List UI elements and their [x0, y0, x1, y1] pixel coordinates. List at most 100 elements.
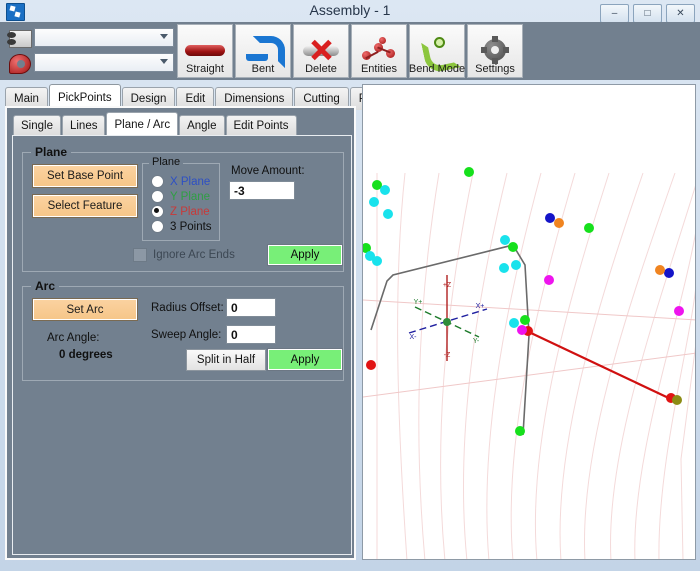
model-canvas: +Z -Z X+ X- Y+ Y-: [363, 167, 695, 559]
ignore-arc-ends-label: Ignore Arc Ends: [153, 249, 235, 261]
arc-group-title: Arc: [31, 279, 60, 293]
radio-z-plane-label: Z Plane: [170, 205, 210, 218]
bend-mode-button-label: Bend Mode: [408, 63, 466, 75]
radio-y-plane-dot: [151, 190, 164, 203]
pick-point[interactable]: [372, 256, 382, 266]
axis-x-pos-label: X+: [476, 303, 485, 310]
bent-button[interactable]: Bent: [235, 24, 291, 78]
horizon-lines: [363, 299, 695, 398]
application-window: Assembly - 1 – □ ✕ Straight Bent Delete …: [0, 0, 700, 571]
pick-points-layer: [363, 167, 684, 436]
arc-apply-button[interactable]: Apply: [267, 348, 343, 371]
pick-point[interactable]: [511, 260, 521, 270]
radio-3-points-dot: [151, 220, 164, 233]
sweep-angle-input[interactable]: 0: [226, 325, 276, 344]
set-base-point-button[interactable]: Set Base Point: [32, 164, 138, 188]
tube-centerline: [370, 244, 530, 436]
bend-die-combo[interactable]: [34, 53, 174, 72]
select-feature-button[interactable]: Select Feature: [32, 194, 138, 218]
straight-button[interactable]: Straight: [177, 24, 233, 78]
die-selectors: [6, 26, 174, 76]
toolbar-buttons: Straight Bent Delete Entities Bend Mode …: [177, 24, 525, 78]
subtab-single[interactable]: Single: [13, 115, 61, 136]
roller-die-row: [6, 26, 174, 49]
sub-tab-strip: Single Lines Plane / Arc Angle Edit Poin…: [13, 112, 298, 136]
subtab-edit-points[interactable]: Edit Points: [225, 115, 297, 136]
subtab-angle[interactable]: Angle: [179, 115, 225, 136]
arc-group: Arc Set Arc Radius Offset: 0 Sweep Angle…: [22, 279, 344, 381]
axis-z-neg-label: -Z: [444, 352, 451, 359]
split-in-half-button[interactable]: Split in Half: [186, 349, 266, 371]
subtab-lines[interactable]: Lines: [61, 115, 106, 136]
pick-point[interactable]: [554, 218, 564, 228]
delete-button-label: Delete: [305, 63, 337, 75]
radio-x-plane[interactable]: X Plane: [151, 175, 219, 188]
chevron-down-icon: [160, 59, 168, 64]
move-amount-input[interactable]: -3: [229, 181, 295, 200]
pick-point[interactable]: [366, 360, 376, 370]
plane-group: Plane Set Base Point Select Feature Plan…: [22, 145, 344, 272]
maximize-button[interactable]: □: [633, 4, 662, 23]
model-viewport[interactable]: +Z -Z X+ X- Y+ Y-: [362, 84, 696, 560]
axis-z-pos-label: +Z: [443, 282, 452, 289]
radio-y-plane-label: Y Plane: [170, 190, 211, 203]
minimize-button[interactable]: –: [600, 4, 629, 23]
radio-z-plane-dot: [151, 205, 164, 218]
pick-point[interactable]: [369, 197, 379, 207]
bend-mode-button[interactable]: Bend Mode: [409, 24, 465, 78]
delete-button[interactable]: Delete: [293, 24, 349, 78]
window-title: Assembly - 1: [309, 2, 391, 18]
pick-point[interactable]: [509, 318, 519, 328]
pick-point[interactable]: [383, 209, 393, 219]
ignore-arc-ends-row[interactable]: Ignore Arc Ends: [133, 248, 235, 262]
bend-die-row: [6, 51, 174, 74]
pick-point[interactable]: [655, 265, 665, 275]
straight-button-label: Straight: [186, 63, 224, 75]
pick-point[interactable]: [584, 223, 594, 233]
radius-offset-label: Radius Offset:: [151, 302, 224, 314]
settings-button[interactable]: Settings: [467, 24, 523, 78]
axis-x-neg-label: X-: [410, 334, 418, 341]
radius-offset-input[interactable]: 0: [226, 298, 276, 317]
arc-angle-label: Arc Angle:: [47, 332, 100, 344]
radio-x-plane-label: X Plane: [170, 175, 211, 188]
plane-arc-page: Plane Set Base Point Select Feature Plan…: [12, 135, 352, 555]
pick-point[interactable]: [672, 395, 682, 405]
window-controls: – □ ✕: [600, 4, 695, 23]
pick-point[interactable]: [520, 315, 530, 325]
plane-apply-button[interactable]: Apply: [267, 244, 343, 266]
arc-angle-value: 0 degrees: [59, 349, 113, 361]
title-bar: Assembly - 1 – □ ✕: [0, 0, 700, 23]
radio-y-plane[interactable]: Y Plane: [151, 190, 219, 203]
pick-point[interactable]: [517, 325, 527, 335]
subtab-plane-arc[interactable]: Plane / Arc: [106, 112, 179, 136]
radio-3-points-label: 3 Points: [170, 220, 212, 233]
ignore-arc-ends-checkbox[interactable]: [133, 248, 147, 262]
pick-point[interactable]: [674, 306, 684, 316]
axis-y-pos-label: Y+: [414, 299, 423, 306]
pick-point[interactable]: [544, 275, 554, 285]
set-arc-button[interactable]: Set Arc: [32, 298, 138, 321]
plane-group-title: Plane: [31, 145, 72, 159]
axis-y-neg-label: Y-: [473, 338, 480, 345]
main-toolbar: Straight Bent Delete Entities Bend Mode …: [0, 22, 700, 80]
move-amount-label: Move Amount:: [231, 165, 305, 177]
pick-point[interactable]: [515, 426, 525, 436]
pick-point[interactable]: [508, 242, 518, 252]
red-segment: [530, 332, 676, 402]
pick-point[interactable]: [380, 185, 390, 195]
radio-z-plane[interactable]: Z Plane: [151, 205, 219, 218]
contour-lines: [376, 172, 695, 559]
pick-point[interactable]: [464, 167, 474, 177]
roller-die-combo[interactable]: [34, 28, 174, 47]
pick-point[interactable]: [499, 263, 509, 273]
pick-point[interactable]: [500, 235, 510, 245]
pick-point[interactable]: [545, 213, 555, 223]
sweep-angle-label: Sweep Angle:: [151, 329, 222, 341]
settings-button-label: Settings: [475, 63, 515, 75]
close-button[interactable]: ✕: [666, 4, 695, 23]
radio-3-points[interactable]: 3 Points: [151, 220, 219, 233]
entities-button[interactable]: Entities: [351, 24, 407, 78]
entities-button-label: Entities: [360, 63, 398, 75]
pick-point[interactable]: [664, 268, 674, 278]
